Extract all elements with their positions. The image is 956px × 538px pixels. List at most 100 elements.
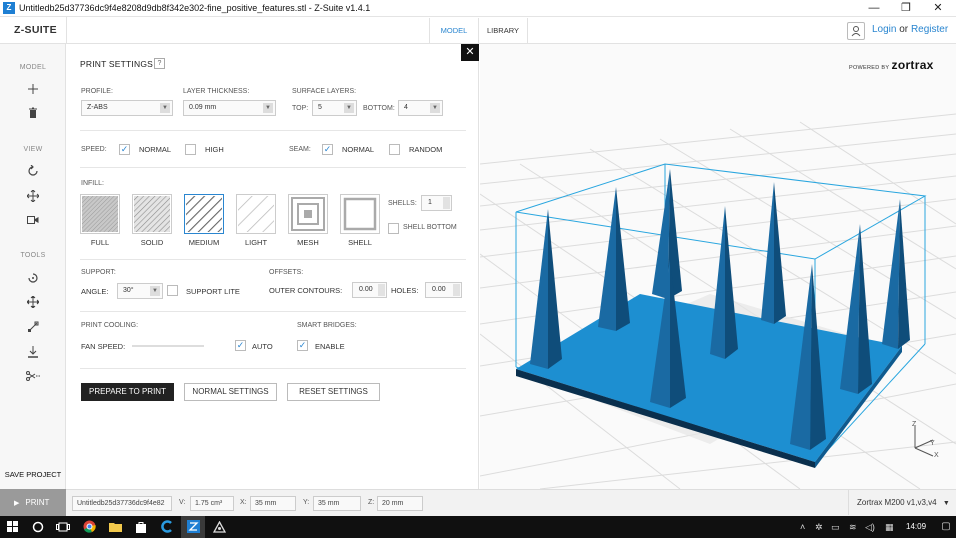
print-label: PRINT <box>25 498 50 507</box>
taskbar-clock[interactable]: 14:09 <box>906 516 926 538</box>
login-link[interactable]: Login <box>872 24 896 35</box>
infill-mesh-label: MESH <box>297 238 319 247</box>
chevron-down-icon: ▼ <box>263 103 273 113</box>
windows-start-icon[interactable] <box>0 516 24 538</box>
holes-stepper[interactable]: 0.00 <box>425 282 462 298</box>
app-c-icon[interactable] <box>155 516 179 538</box>
task-view-icon[interactable] <box>51 516 75 538</box>
shells-label: SHELLS: <box>388 200 417 207</box>
close-window-button[interactable]: ✕ <box>922 0 954 17</box>
app-logo: Z-SUITE <box>14 24 57 36</box>
store-icon[interactable] <box>129 516 153 538</box>
user-icon[interactable] <box>847 22 865 40</box>
printer-select[interactable]: Zortrax M200 v1,v3,v4 ▼ <box>857 498 950 507</box>
keyboard-icon[interactable]: ▦ <box>885 516 894 538</box>
camera-icon[interactable] <box>22 212 44 228</box>
z-suite-taskbar-icon[interactable] <box>181 516 205 538</box>
volume-field: 1.75 cm³ <box>190 496 234 511</box>
notifications-icon[interactable]: ▢ <box>936 516 956 538</box>
shells-stepper[interactable]: 1 <box>421 195 452 211</box>
logo-divider <box>66 17 67 44</box>
outer-contours-value: 0.00 <box>359 286 373 293</box>
enable-label: ENABLE <box>315 342 345 351</box>
divider <box>80 368 466 369</box>
seam-random-checkbox[interactable] <box>389 144 400 155</box>
infill-shell-option[interactable] <box>340 194 380 234</box>
z-size-field[interactable]: 20 mm <box>377 496 423 511</box>
speed-normal-label: NORMAL <box>139 145 172 154</box>
infill-light-option[interactable] <box>236 194 276 234</box>
layer-thickness-select[interactable]: 0.09 mm ▼ <box>183 100 276 116</box>
bottom-layers-select[interactable]: 4 ▼ <box>398 100 443 116</box>
cortana-icon[interactable] <box>26 516 50 538</box>
place-on-bed-icon[interactable] <box>22 344 44 360</box>
layer-thickness-label: LAYER THICKNESS: <box>183 88 250 95</box>
login-area: Login or Register <box>872 24 948 35</box>
profile-select[interactable]: Z-ABS ▼ <box>81 100 173 116</box>
tray-chevron-icon[interactable]: ˄ <box>800 516 805 538</box>
scale-tool-icon[interactable] <box>22 319 44 335</box>
bottom-label: BOTTOM: <box>363 105 395 112</box>
divider <box>80 259 466 260</box>
outer-contours-stepper[interactable]: 0.00 <box>352 282 387 298</box>
scene-render <box>480 113 956 489</box>
reset-settings-button[interactable]: RESET SETTINGS <box>287 383 380 401</box>
speed-high-checkbox[interactable] <box>185 144 196 155</box>
auto-checkbox[interactable]: ✓ <box>235 340 246 351</box>
chrome-icon[interactable] <box>77 516 101 538</box>
print-button[interactable]: ▶ PRINT <box>0 489 66 516</box>
profile-value: Z-ABS <box>87 104 108 111</box>
move-tool-icon[interactable] <box>22 294 44 310</box>
tab-library[interactable]: LIBRARY <box>479 18 527 43</box>
infill-solid-option[interactable] <box>132 194 172 234</box>
trash-icon[interactable] <box>22 105 44 121</box>
normal-settings-button[interactable]: NORMAL SETTINGS <box>184 383 277 401</box>
file-explorer-icon[interactable] <box>103 516 127 538</box>
fan-speed-slider[interactable] <box>132 345 204 347</box>
enable-checkbox[interactable]: ✓ <box>297 340 308 351</box>
infill-medium-option[interactable] <box>184 194 224 234</box>
top-layers-select[interactable]: 5 ▼ <box>312 100 357 116</box>
volume-icon[interactable]: ◁) <box>865 516 875 538</box>
y-size-field[interactable]: 35 mm <box>313 496 361 511</box>
rotate-view-icon[interactable] <box>22 163 44 179</box>
3d-viewport[interactable] <box>480 44 956 489</box>
tab-model[interactable]: MODEL <box>430 18 478 43</box>
minimize-button[interactable]: — <box>858 0 890 17</box>
stepper-arrows-icon <box>443 197 450 209</box>
powered-by-logo: POWERED BY zortrax <box>849 58 934 72</box>
help-button[interactable]: ? <box>154 58 165 69</box>
prepare-to-print-button[interactable]: PREPARE TO PRINT <box>81 383 174 401</box>
sidebar-heading-tools: TOOLS <box>20 252 46 259</box>
shells-value: 1 <box>428 199 432 206</box>
shell-bottom-checkbox[interactable] <box>388 223 399 234</box>
infill-full-option[interactable] <box>80 194 120 234</box>
seam-normal-checkbox[interactable]: ✓ <box>322 144 333 155</box>
rotate-tool-icon[interactable] <box>22 270 44 286</box>
support-lite-checkbox[interactable] <box>167 285 178 296</box>
save-project-button[interactable]: SAVE PROJECT <box>0 470 66 479</box>
volume-label: V: <box>179 499 186 506</box>
close-panel-button[interactable]: ✕ <box>461 44 479 61</box>
tray-display-icon[interactable]: ▭ <box>831 516 840 538</box>
infill-shell-label: SHELL <box>348 238 372 247</box>
wifi-icon[interactable]: ≋ <box>849 516 857 538</box>
speed-normal-checkbox[interactable]: ✓ <box>119 144 130 155</box>
filename-field[interactable]: Untitledb25d37736dc9f4e82 <box>72 496 172 511</box>
app-triangle-icon[interactable] <box>207 516 231 538</box>
cut-icon[interactable] <box>22 368 44 384</box>
tray-app-icon[interactable]: ✲ <box>815 516 823 538</box>
move-view-icon[interactable] <box>22 188 44 204</box>
axis-x-label: X <box>934 452 939 459</box>
chevron-down-icon: ▼ <box>344 103 354 113</box>
chevron-down-icon: ▼ <box>430 103 440 113</box>
restore-button[interactable]: ❐ <box>890 0 922 17</box>
support-angle-select[interactable]: 30° ▼ <box>117 283 163 299</box>
add-icon[interactable] <box>22 81 44 97</box>
surface-layers-label: SURFACE LAYERS: <box>292 88 357 95</box>
infill-mesh-option[interactable] <box>288 194 328 234</box>
chevron-down-icon: ▼ <box>150 286 160 296</box>
holes-label: HOLES: <box>391 286 419 295</box>
x-size-field[interactable]: 35 mm <box>250 496 296 511</box>
register-link[interactable]: Register <box>911 24 948 35</box>
